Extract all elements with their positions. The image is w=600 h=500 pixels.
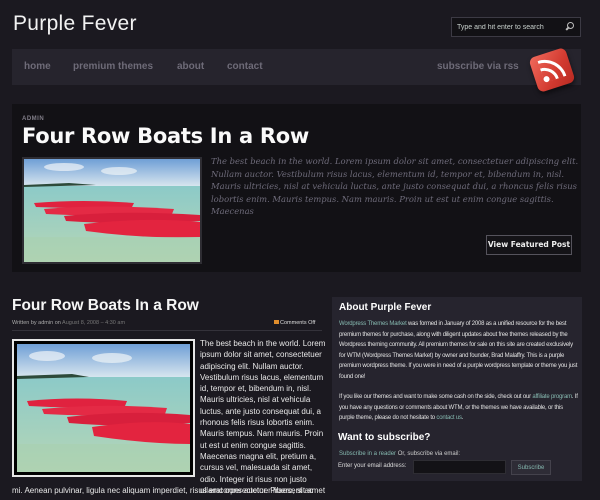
post-date: August 8, 2008 – 4:30 am xyxy=(62,320,126,326)
featured-excerpt: The best beach in the world. Lorem ipsum… xyxy=(211,156,579,216)
subscribe-rss-link[interactable]: subscribe via rss xyxy=(437,61,519,72)
affiliate-body-3: . xyxy=(461,415,464,422)
email-input[interactable] xyxy=(413,460,506,474)
subscribe-email-text: Or, subscribe via email: xyxy=(396,451,461,457)
affiliate-body-1: If you like our themes and want to make … xyxy=(339,394,533,400)
search-input[interactable] xyxy=(457,20,562,34)
about-body: was formed in January of 2008 as a unifi… xyxy=(339,321,578,380)
nav-item-about[interactable]: about xyxy=(177,61,204,72)
kayak-photo xyxy=(24,159,200,262)
comment-icon xyxy=(274,320,279,324)
subscribe-button[interactable]: Subscribe xyxy=(511,460,551,475)
about-title: About Purple Fever xyxy=(339,302,432,313)
comments-label: Comments Off xyxy=(280,320,316,326)
featured-title[interactable]: Four Row Boats In a Row xyxy=(22,124,309,148)
post-meta: Written by admin on August 8, 2008 – 4:3… xyxy=(12,320,125,326)
subscribe-reader-row: Subscribe in a reader Or, subscribe via … xyxy=(339,451,460,457)
email-label: Enter your email address: xyxy=(338,463,407,469)
nav-item-premium-themes[interactable]: premium themes xyxy=(73,61,153,72)
featured-image[interactable] xyxy=(22,157,202,264)
post-title[interactable]: Four Row Boats In a Row xyxy=(12,297,199,315)
affiliate-program-link[interactable]: affiliate program xyxy=(532,394,572,400)
contact-us-link[interactable]: contact us xyxy=(436,415,462,421)
subscribe-title: Want to subscribe? xyxy=(338,432,431,443)
kayak-photo xyxy=(17,344,190,472)
post-body: The best beach in the world. Lorem ipsum… xyxy=(200,339,326,495)
post-body-continued: mi. Aenean pulvinar, ligula nec aliquam … xyxy=(12,486,326,495)
search-icon[interactable] xyxy=(566,22,574,30)
themes-market-link[interactable]: Wordpress Themes Market xyxy=(339,321,407,327)
site-title[interactable]: Purple Fever xyxy=(13,12,137,36)
nav-item-contact[interactable]: contact xyxy=(227,61,263,72)
view-featured-post-button[interactable]: View Featured Post xyxy=(486,235,572,255)
post-image[interactable] xyxy=(12,339,195,477)
about-text: Wordpress Themes Market was formed in Ja… xyxy=(339,319,579,383)
post-author: Written by admin on xyxy=(12,320,61,326)
subscribe-reader-link[interactable]: Subscribe in a reader xyxy=(339,451,396,457)
featured-author: ADMIN xyxy=(22,116,45,122)
nav-item-home[interactable]: home xyxy=(24,61,51,72)
affiliate-text: If you like our themes and want to make … xyxy=(339,392,579,424)
search-box[interactable] xyxy=(451,17,581,37)
post-comments: Comments Off xyxy=(274,320,315,326)
post-divider xyxy=(12,330,322,331)
